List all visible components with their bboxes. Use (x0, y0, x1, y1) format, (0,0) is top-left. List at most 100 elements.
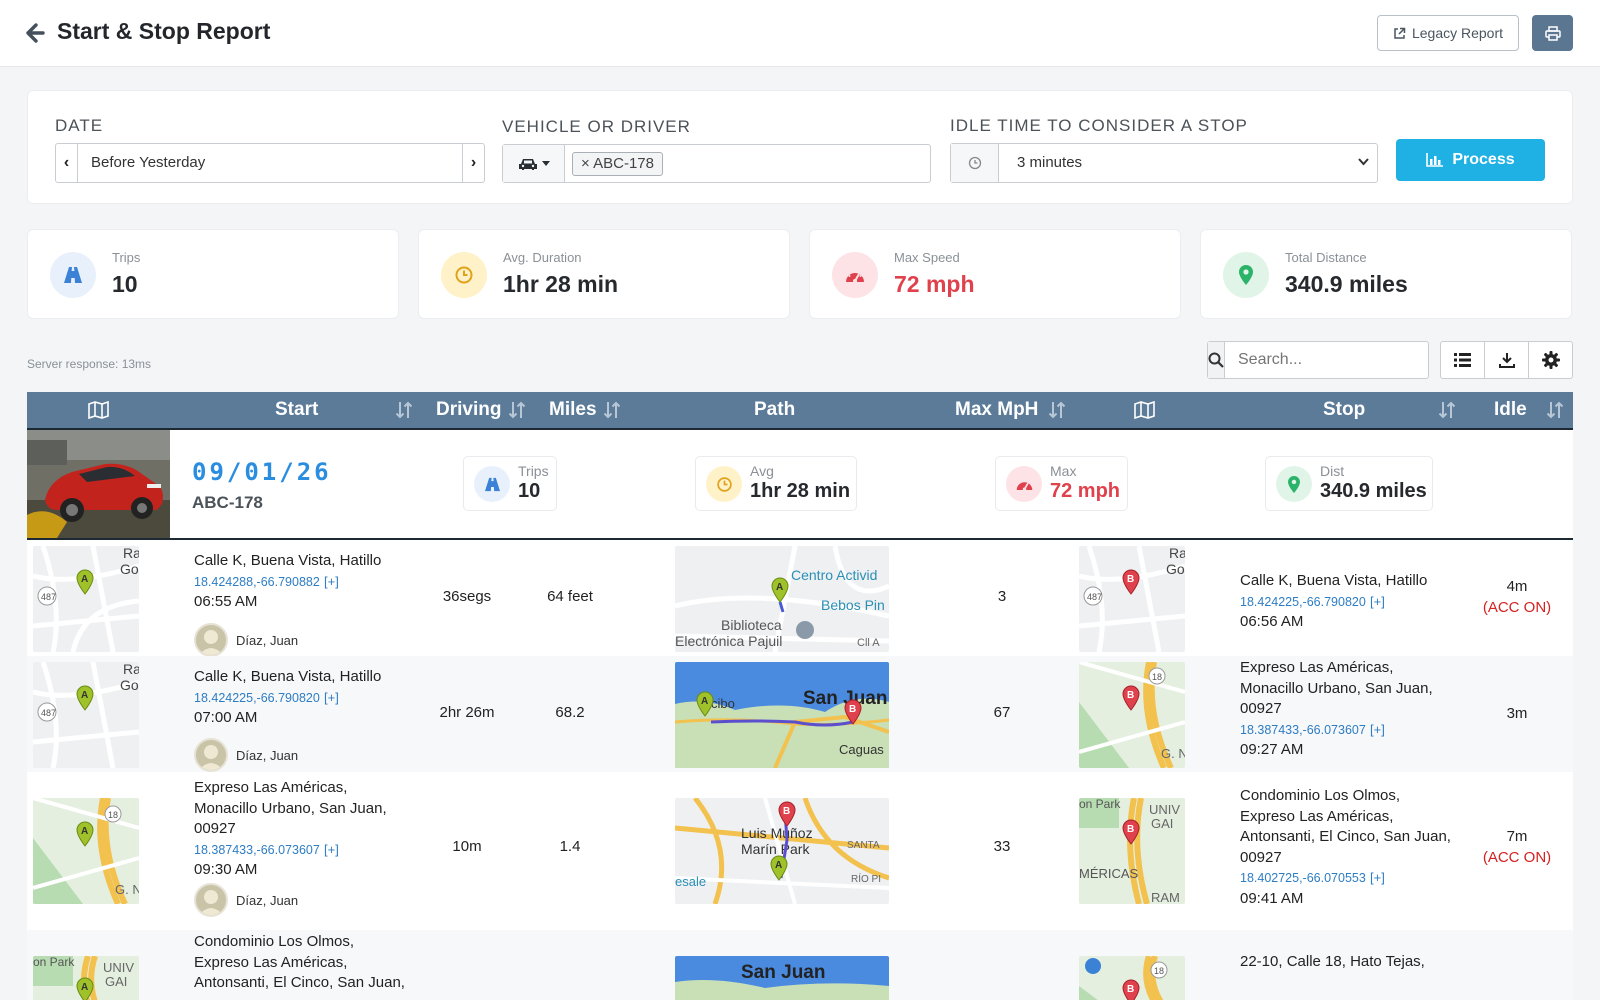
back-arrow-icon[interactable] (24, 20, 46, 46)
stat-value: 72 mph (894, 271, 975, 297)
driver-name: Díaz, Juan (236, 747, 299, 763)
header-miles[interactable]: Miles (549, 392, 597, 428)
stop-coordinates-link[interactable]: 18.424225,-66.790820 (1240, 595, 1366, 609)
day-trips: Trips 10 (463, 456, 557, 511)
clock-icon (706, 466, 742, 502)
max-mph: 67 (993, 704, 1011, 721)
start-map-thumbnail[interactable]: 487 RaGoi A (33, 662, 139, 768)
svg-text:G. N: G. N (1161, 746, 1185, 761)
remove-chip-icon[interactable]: × (581, 155, 593, 172)
svg-text:GAI: GAI (105, 974, 127, 989)
expand-link[interactable]: [+] (1370, 870, 1385, 885)
export-button[interactable] (1484, 342, 1528, 378)
path-map[interactable]: San Juan (675, 956, 889, 1000)
idle-time-select[interactable]: 3 minutes (950, 143, 1378, 183)
start-time: 09:30 AM (194, 861, 258, 878)
start-map-thumbnail[interactable]: on Park UNIV GAI A (33, 956, 139, 1000)
stop-address-line: 22-10, Calle 18, Hato Tejas, (1240, 953, 1425, 970)
start-map-thumbnail[interactable]: 18 A G. N (33, 798, 139, 904)
stat-label: Total Distance (1285, 250, 1367, 265)
sort-icon[interactable] (603, 401, 621, 419)
map-marker-icon (1223, 252, 1269, 298)
header-max-mph[interactable]: Max MpH (955, 392, 1038, 428)
header-idle[interactable]: Idle (1494, 392, 1527, 428)
print-button[interactable] (1532, 15, 1573, 51)
stop-map-thumbnail[interactable]: 487 RaGoi B (1079, 546, 1185, 652)
start-time: 06:55 AM (194, 593, 258, 610)
path-map[interactable]: Centro Activid Bebos Pin Biblioteca Electró… (675, 546, 889, 652)
map-label: Caguas (839, 742, 884, 757)
list-view-button[interactable] (1441, 342, 1484, 378)
search-box[interactable] (1207, 341, 1445, 379)
sort-icon[interactable] (395, 401, 413, 419)
idle-time-value[interactable]: 3 minutes (999, 144, 1377, 182)
header-driving[interactable]: Driving (436, 392, 501, 428)
path-map[interactable]: Luis Muñoz Marín Park esale SANTA RÍO PI B A (675, 798, 889, 904)
sort-icon[interactable] (1048, 401, 1066, 419)
svg-text:Ra: Ra (1169, 546, 1185, 561)
date-next-button[interactable]: › (462, 144, 484, 182)
path-map[interactable]: San Juan Caguas cibo A B (675, 662, 889, 768)
vehicle-selector[interactable]: × ABC-178 (502, 144, 931, 183)
map-icon[interactable] (88, 401, 109, 419)
sort-icon[interactable] (1438, 401, 1456, 419)
table-row[interactable]: 487RaGoiA Calle K, Buena Vista, Hatillo … (27, 540, 1573, 657)
stop-coordinates-link[interactable]: 18.402725,-66.070553 (1240, 871, 1366, 885)
svg-text:MÉRICAS: MÉRICAS (1079, 866, 1139, 881)
mini-value: 10 (518, 480, 541, 502)
stat-card-max-speed: Max Speed 72 mph (809, 229, 1181, 319)
day-avg: Avg 1hr 28 min (695, 456, 857, 511)
map-icon[interactable] (1134, 401, 1155, 419)
svg-text:GAI: GAI (1151, 816, 1173, 831)
start-coordinates-link[interactable]: 18.424225,-66.790820 (194, 691, 320, 705)
sort-icon[interactable] (508, 401, 526, 419)
map-label: Bebos Pin (821, 597, 885, 613)
vehicle-type-dropdown[interactable] (503, 145, 565, 182)
chevron-down-icon (1358, 158, 1369, 166)
stop-map-thumbnail[interactable]: on Park UNIV GAI MÉRICAS RAM B (1079, 798, 1185, 904)
header-stop[interactable]: Stop (1323, 392, 1365, 428)
svg-text:UNIV: UNIV (103, 960, 134, 975)
table-row[interactable]: 487RaGoiA Calle K, Buena Vista, Hatillo … (27, 656, 1573, 772)
search-input[interactable] (1225, 342, 1445, 378)
svg-text:18: 18 (1152, 672, 1162, 682)
print-icon (1544, 25, 1561, 41)
svg-text:18: 18 (108, 810, 118, 820)
stop-map-thumbnail[interactable]: 18 B G. N (1079, 662, 1185, 768)
search-icon[interactable] (1208, 342, 1225, 378)
chevron-right-icon: › (470, 154, 477, 171)
expand-link[interactable]: [+] (324, 690, 339, 705)
header-start[interactable]: Start (275, 392, 318, 428)
legacy-report-button[interactable]: Legacy Report (1377, 15, 1519, 51)
start-address-line: Calle K, Buena Vista, Hatillo (194, 668, 382, 685)
date-prev-button[interactable]: ‹ (56, 144, 78, 182)
start-coordinates-link[interactable]: 18.387433,-66.073607 (194, 843, 320, 857)
stop-coordinates-link[interactable]: 18.387433,-66.073607 (1240, 723, 1366, 737)
svg-text:Goi: Goi (120, 561, 139, 577)
svg-text:RÍO PI: RÍO PI (851, 872, 881, 885)
start-coordinates-link[interactable]: 18.424288,-66.790882 (194, 575, 320, 589)
settings-button[interactable] (1528, 342, 1572, 378)
svg-text:A: A (81, 826, 88, 837)
process-button[interactable]: Process (1396, 139, 1545, 181)
acc-status: (ACC ON) (1482, 848, 1552, 866)
start-map-thumbnail[interactable]: 487 RaGoi A (33, 546, 139, 652)
table-row[interactable]: on Park UNIV GAI A Condominio Los Olmos, Ex… (27, 930, 1573, 1000)
date-picker[interactable]: ‹ Before Yesterday › (55, 143, 485, 183)
expand-link[interactable]: [+] (324, 842, 339, 857)
sort-icon[interactable] (1546, 401, 1564, 419)
day-summary-row: 09/01/26 ABC-178 Trips 10 Avg 1hr 28 min… (27, 430, 1573, 540)
date-label: DATE (55, 116, 104, 135)
vehicle-chip[interactable]: × ABC-178 (572, 152, 663, 176)
stat-card-total-distance: Total Distance 340.9 miles (1200, 229, 1572, 319)
road-icon (474, 466, 510, 502)
stop-map-thumbnail[interactable]: 18 B (1079, 956, 1185, 1000)
expand-link[interactable]: [+] (1370, 594, 1385, 609)
expand-link[interactable]: [+] (1370, 722, 1385, 737)
svg-text:A: A (701, 696, 708, 707)
miles: 1.4 (559, 838, 581, 855)
car-icon (518, 158, 537, 170)
expand-link[interactable]: [+] (324, 574, 339, 589)
table-row[interactable]: 18 A G. N Expreso Las Américas, Monacillo … (27, 772, 1573, 930)
date-value[interactable]: Before Yesterday (78, 144, 462, 182)
